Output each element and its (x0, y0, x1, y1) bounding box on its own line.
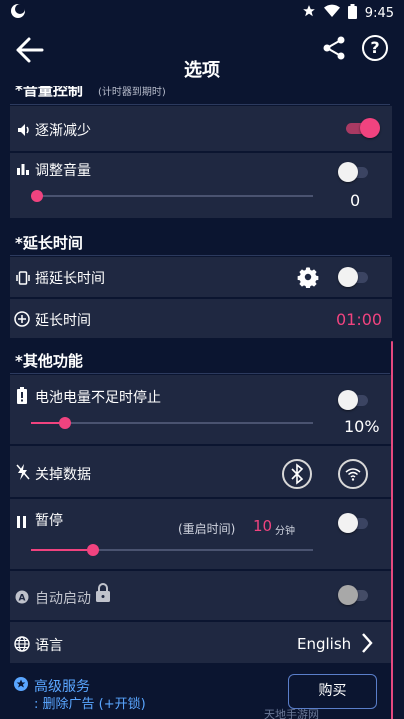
scrollbar[interactable] (391, 341, 393, 719)
star-icon (302, 4, 316, 22)
adjust-volume-row[interactable]: 调整音量 0 (10, 153, 392, 219)
pause-label: 暂停 (35, 513, 63, 529)
buy-button[interactable]: 购买 (288, 674, 377, 709)
adjust-volume-toggle[interactable] (338, 162, 372, 182)
adjust-volume-label: 调整音量 (35, 163, 91, 179)
star-badge-icon (14, 676, 28, 695)
fade-out-label: 逐渐减少 (35, 123, 91, 139)
gear-icon[interactable] (297, 266, 319, 292)
section-header-extend-time: *延长时间 (10, 230, 390, 256)
restart-time-value[interactable]: 10 (253, 517, 272, 535)
restart-time-label: (重启时间) (178, 522, 236, 536)
auto-start-row[interactable]: A 自动启动 (10, 571, 392, 621)
wifi-icon (323, 4, 340, 22)
auto-start-toggle[interactable] (338, 585, 372, 605)
battery-icon (347, 3, 357, 23)
shake-extend-label: 摇延长时间 (35, 271, 105, 287)
pause-slider[interactable] (31, 543, 313, 557)
battery-stop-toggle[interactable] (338, 390, 372, 410)
bluetooth-icon (291, 463, 304, 485)
battery-alert-icon (17, 387, 27, 408)
app-bar: 选项 ? (0, 26, 404, 86)
flash-off-icon (16, 464, 30, 484)
app-notification-icon (10, 3, 26, 23)
vibrate-icon (15, 270, 31, 289)
chevron-right-icon[interactable] (361, 632, 373, 658)
fade-out-toggle[interactable] (346, 118, 380, 138)
watermark-text: 天地手游网 (264, 708, 319, 719)
speaker-icon (17, 122, 31, 141)
battery-stop-label: 电池电量不足时停止 (35, 390, 161, 406)
settings-list[interactable]: *音量控制 (计时器到期时) 逐渐减少 调整音量 0 *延长时间 摇延长时间 延… (0, 86, 404, 719)
shake-extend-toggle[interactable] (338, 267, 372, 287)
volume-slider[interactable] (31, 189, 313, 203)
turn-off-data-row[interactable]: 关掉数据 (10, 446, 392, 498)
lock-icon (95, 583, 111, 607)
extend-time-row[interactable]: 延长时间 01:00 (10, 299, 392, 339)
battery-level-value: 10% (344, 417, 380, 436)
plus-circle-icon (14, 311, 30, 331)
wifi-signal-icon (345, 468, 361, 481)
battery-slider[interactable] (31, 416, 313, 430)
shake-extend-row[interactable]: 摇延长时间 (10, 257, 392, 298)
section-header-other: *其他功能 (10, 348, 390, 374)
language-label: 语言 (35, 638, 63, 654)
extend-time-value[interactable]: 01:00 (336, 310, 382, 329)
volume-value: 0 (350, 191, 361, 210)
auto-mode-icon: A (15, 589, 29, 608)
wifi-button[interactable] (338, 459, 368, 489)
svg-text:A: A (19, 594, 26, 604)
auto-start-label: 自动启动 (35, 591, 91, 607)
language-value[interactable]: English (297, 635, 351, 653)
extend-time-label: 延长时间 (35, 313, 91, 329)
pause-toggle[interactable] (338, 513, 372, 533)
clock-time: 9:45 (364, 5, 394, 21)
section-header-volume-control: *音量控制 (计时器到期时) (10, 86, 390, 105)
status-bar: 9:45 (0, 0, 404, 26)
share-icon[interactable] (322, 36, 348, 62)
restart-time-unit: 分钟 (275, 526, 295, 537)
pause-row[interactable]: 暂停 (重启时间) 10 分钟 (10, 499, 392, 570)
globe-icon (14, 636, 30, 656)
bluetooth-button[interactable] (282, 459, 312, 489)
bar-chart-icon (16, 161, 30, 180)
premium-subtitle: : 删除广告 (+开锁) (34, 697, 146, 712)
battery-stop-row[interactable]: 电池电量不足时停止 10% (10, 375, 392, 445)
pause-icon (17, 513, 27, 532)
language-row[interactable]: 语言 English (10, 622, 392, 664)
fade-out-row[interactable]: 逐渐减少 (10, 106, 392, 152)
help-icon[interactable]: ? (362, 35, 388, 61)
turn-off-data-label: 关掉数据 (35, 467, 91, 483)
